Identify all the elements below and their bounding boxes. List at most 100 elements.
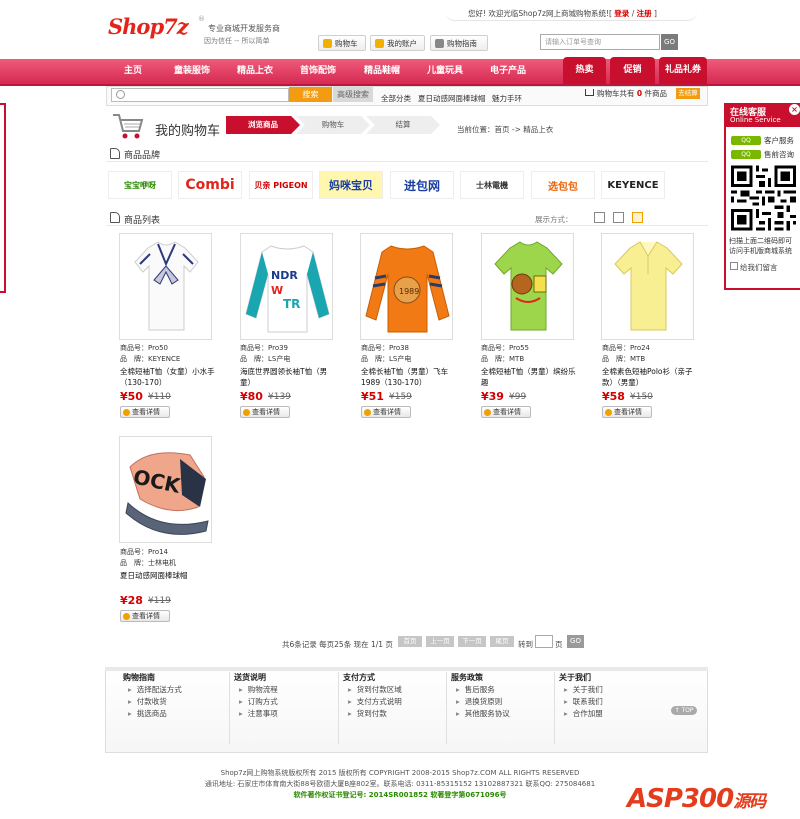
page-number-input[interactable]	[535, 635, 553, 648]
product-image[interactable]: NDR W TR	[240, 233, 333, 340]
view-details-button[interactable]: 查看详情	[120, 406, 170, 418]
brand-section-header	[106, 146, 708, 162]
help-link[interactable]: 货到付款区域	[348, 684, 402, 695]
brand-combi[interactable]: Combi	[178, 171, 242, 199]
brand-xuanbaobao[interactable]: 选包包	[531, 171, 595, 199]
hot-word-baseball-cap[interactable]: 夏日动感网面棒球帽	[418, 93, 486, 104]
product-name[interactable]: 海底世界圆领长袖T恤（男童）	[240, 366, 335, 388]
brand-baobao[interactable]: 宝宝咿呀	[108, 171, 172, 199]
help-link[interactable]: 购物流程	[239, 684, 278, 695]
nav-promotion[interactable]: 促销	[610, 57, 655, 84]
first-page-button[interactable]: 首页	[398, 636, 422, 647]
prev-page-button[interactable]: 上一页	[426, 636, 454, 647]
site-logo[interactable]: Shop7z	[108, 14, 189, 39]
service-qq-customer[interactable]: QQ 客户服务	[731, 135, 794, 146]
help-column-title: 支付方式	[343, 673, 375, 682]
checkout-button[interactable]: 去结算	[676, 88, 700, 99]
text-view-icon[interactable]	[632, 212, 643, 223]
help-link[interactable]: 订购方式	[239, 696, 278, 707]
help-link[interactable]: 付款收货	[128, 696, 167, 707]
service-qq-presales[interactable]: QQ 售前咨询	[731, 149, 794, 160]
view-details-button[interactable]: 查看详情	[361, 406, 411, 418]
help-link[interactable]: 合作加盟	[564, 708, 603, 719]
account-button[interactable]: 我的账户	[370, 35, 425, 51]
help-link[interactable]: 售后服务	[456, 684, 495, 695]
shopping-cart-icon	[113, 114, 144, 139]
product-price: ¥50	[120, 390, 143, 403]
last-page-button[interactable]: 尾页	[490, 636, 514, 647]
nav-item-home[interactable]: 主页	[124, 59, 142, 84]
detail-icon	[364, 408, 371, 416]
register-link[interactable]: 注册	[637, 9, 652, 18]
help-link[interactable]: 货到付款	[348, 708, 387, 719]
brand-label: 品 牌：	[602, 355, 630, 363]
cart-button[interactable]: 购物车	[318, 35, 366, 51]
nav-item-shoes-hats[interactable]: 精品鞋帽	[364, 59, 400, 84]
nav-hot-sale[interactable]: 热卖	[563, 57, 606, 84]
product-image[interactable]: 1989	[360, 233, 453, 340]
welcome-message: 您好! 欢迎光临Shop7z网上商城购物系统![ 登录 / 注册 ]	[468, 8, 657, 19]
hot-word-bracelet[interactable]: 魅力手环	[492, 93, 522, 104]
id-label: 商品号：	[361, 344, 389, 352]
view-details-button[interactable]: 查看详情	[240, 406, 290, 418]
search-input[interactable]	[111, 88, 289, 102]
advanced-search-button[interactable]: 高级搜索	[333, 87, 373, 102]
brand-keyence[interactable]: KEYENCE	[601, 171, 665, 199]
close-icon[interactable]: ×	[789, 104, 800, 115]
nav-gifts[interactable]: 礼品礼券	[659, 57, 707, 84]
product-name[interactable]: 全棉素色短袖Polo衫（亲子款）（男童）	[602, 366, 697, 388]
left-float-tab[interactable]	[0, 103, 6, 293]
leave-message-link[interactable]: 给我们留言	[740, 262, 778, 273]
help-link[interactable]: 注意事项	[239, 708, 278, 719]
product-image[interactable]	[119, 233, 212, 340]
product-image[interactable]	[481, 233, 574, 340]
nav-item-toys[interactable]: 儿童玩具	[427, 59, 463, 84]
product-image[interactable]	[601, 233, 694, 340]
nav-item-tops[interactable]: 精品上衣	[237, 59, 273, 84]
order-search-go-button[interactable]: GO	[661, 34, 678, 50]
help-link[interactable]: 选择配送方式	[128, 684, 182, 695]
view-details-button[interactable]: 查看详情	[602, 406, 652, 418]
help-link[interactable]: 挑选商品	[128, 708, 167, 719]
brand-pigeon[interactable]: 贝亲 PIGEON	[249, 171, 313, 199]
step-checkout: 结算	[366, 116, 440, 134]
back-to-top-button[interactable]: ↑ TOP	[671, 706, 697, 715]
search-button[interactable]: 搜索	[289, 87, 332, 102]
brand-jinbao[interactable]: 进包网	[390, 171, 454, 199]
detail-icon	[123, 612, 130, 620]
view-details-button[interactable]: 查看详情	[120, 610, 170, 622]
help-link[interactable]: 其他服务协议	[456, 708, 510, 719]
nav-item-kids-clothing[interactable]: 童装服饰	[174, 59, 210, 84]
guide-button-label: 购物指南	[447, 38, 477, 48]
product-name[interactable]: 全棉短袖T恤（女童）小水手（130-170）	[120, 366, 215, 388]
help-column-title: 服务政策	[451, 673, 483, 682]
cart-count: 0	[636, 89, 643, 98]
guide-button[interactable]: 购物指南	[430, 35, 488, 51]
next-page-button[interactable]: 下一页	[458, 636, 486, 647]
help-link[interactable]: 联系我们	[564, 696, 603, 707]
view-details-button[interactable]: 查看详情	[481, 406, 531, 418]
goto-page-button[interactable]: GO	[567, 635, 584, 648]
hot-word-all-categories[interactable]: 全部分类	[381, 93, 411, 104]
order-search-input[interactable]: 请输入订单号查询	[540, 34, 660, 50]
product-name[interactable]: 全棉短袖T恤（男童）缤纷乐趣	[481, 366, 576, 388]
brand-shihlin[interactable]: 士林電機	[460, 171, 524, 199]
login-link[interactable]: 登录	[614, 9, 629, 18]
qq-icon: QQ	[731, 150, 761, 159]
brand-mommy-baby[interactable]: 妈咪宝贝	[319, 171, 383, 199]
product-id: 商品号：Pro50	[120, 343, 168, 354]
brand-label: 品 牌：	[120, 559, 148, 567]
help-link[interactable]: 支付方式说明	[348, 696, 402, 707]
grid-view-icon[interactable]	[594, 212, 605, 223]
list-view-icon[interactable]	[613, 212, 624, 223]
nav-item-accessories[interactable]: 首饰配饰	[300, 59, 336, 84]
nav-item-electronics[interactable]: 电子产品	[490, 59, 526, 84]
product-name[interactable]: 夏日动感网面棒球帽	[120, 570, 215, 581]
product-name[interactable]: 全棉长袖T恤（男童）飞车1989（130-170）	[361, 366, 456, 388]
product-price: ¥51	[361, 390, 384, 403]
help-link[interactable]: 关于我们	[564, 684, 603, 695]
qq-icon: QQ	[731, 136, 761, 145]
help-link[interactable]: 退换货原则	[456, 696, 503, 707]
qr-note-line1: 扫描上面二维码即可	[729, 237, 792, 245]
product-image[interactable]: OCK	[119, 436, 212, 543]
